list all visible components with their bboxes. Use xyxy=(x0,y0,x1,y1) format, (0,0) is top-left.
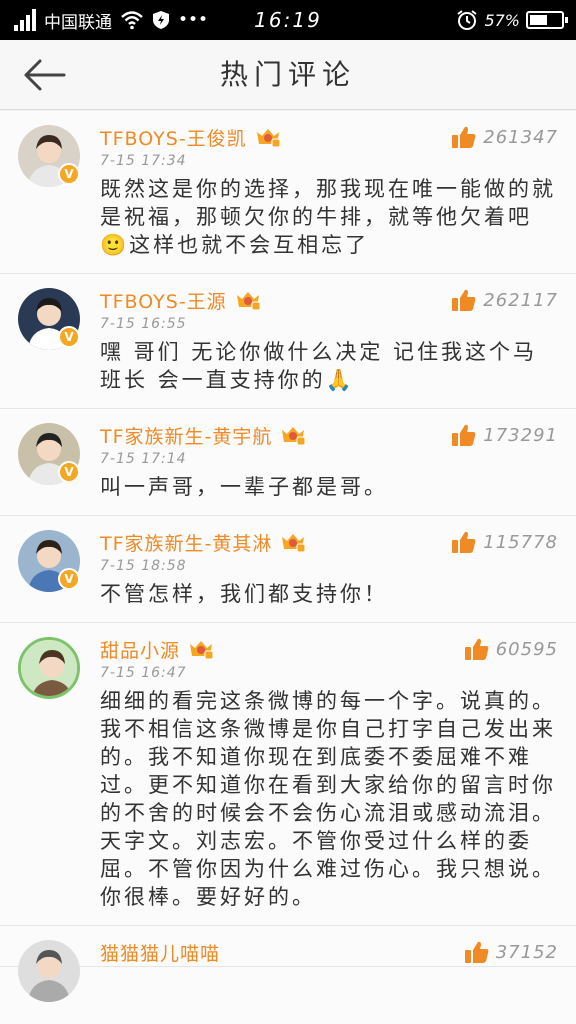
thumbs-up-icon xyxy=(464,941,489,963)
navigation-bar: 热门评论 xyxy=(0,40,576,110)
vip-crown-icon xyxy=(236,292,261,311)
thumbs-up-icon xyxy=(452,424,476,446)
comment-time: 7-15 18:58 xyxy=(100,558,187,574)
vip-crown-icon xyxy=(282,534,306,553)
like-button[interactable]: 37152 xyxy=(464,940,558,964)
vip-crown-icon xyxy=(190,641,214,660)
avatar[interactable] xyxy=(18,940,80,1002)
like-count: 60595 xyxy=(495,638,558,660)
comment-list[interactable]: V TFBOYS-王俊凯 261347 7-15 17:34 既然这是你的选择，… xyxy=(0,111,576,1024)
like-count: 115778 xyxy=(483,531,558,553)
avatar[interactable] xyxy=(18,637,80,699)
comment-text: 嘿 哥们 无论你做什么决定 记住我这个马班长 会一直支持你的🙏 xyxy=(100,340,538,392)
verified-badge-icon: V xyxy=(58,461,80,483)
like-button[interactable]: 261347 xyxy=(451,125,558,149)
comment-item: V TFBOYS-王俊凯 261347 7-15 17:34 既然这是你的选择，… xyxy=(0,111,576,274)
vip-crown-icon xyxy=(282,427,306,446)
comment-text: 叫一声哥，一辈子都是哥。 xyxy=(100,475,388,499)
alarm-icon xyxy=(457,10,478,30)
comment-item: V TF家族新生-黄宇航 173291 7-15 17:14 叫一声哥，一辈子都… xyxy=(0,409,576,516)
battery-percent: 57% xyxy=(484,10,520,30)
username[interactable]: 猫猫猫儿喵喵 xyxy=(100,939,220,966)
like-count: 262117 xyxy=(483,289,558,311)
like-count: 37152 xyxy=(495,941,558,963)
like-button[interactable]: 262117 xyxy=(451,288,558,312)
username[interactable]: TF家族新生-黄其淋 xyxy=(100,529,272,556)
comment-time: 7-15 16:47 xyxy=(100,665,187,681)
thumbs-up-icon xyxy=(452,289,476,311)
comment-item: V TF家族新生-黄其淋 115778 7-15 18:58 不管怎样，我们都支… xyxy=(0,516,576,623)
comment-text: 不管怎样，我们都支持你！ xyxy=(100,582,388,606)
comment-time: 7-15 16:55 xyxy=(100,316,187,332)
username[interactable]: TF家族新生-黄宇航 xyxy=(100,422,272,449)
comment-text: 既然这是你的选择，那我现在唯一能做的就是祝福，那顿欠你的牛排，就等他欠着吧🙂这样… xyxy=(100,177,556,257)
comment-item: 猫猫猫儿喵喵 37152 xyxy=(0,926,576,1002)
comment-item: 甜品小源 60595 7-15 16:47 细细的看完这条微博的每一个字。说真的… xyxy=(0,623,576,926)
battery-icon xyxy=(526,11,568,29)
username[interactable]: 甜品小源 xyxy=(100,636,180,663)
comment-time: 7-15 17:34 xyxy=(100,153,187,169)
verified-badge-icon: V xyxy=(58,326,80,348)
verified-badge-icon: V xyxy=(58,568,80,590)
comment-time: 7-15 17:14 xyxy=(100,451,187,467)
page-title: 热门评论 xyxy=(219,58,356,91)
username[interactable]: TFBOYS-王俊凯 xyxy=(100,124,247,151)
thumbs-up-icon xyxy=(452,126,476,148)
like-button[interactable]: 115778 xyxy=(451,530,558,554)
like-count: 261347 xyxy=(483,126,558,148)
like-button[interactable]: 173291 xyxy=(451,423,558,447)
comment-item: V TFBOYS-王源 262117 7-15 16:55 嘿 哥们 无论你做什… xyxy=(0,274,576,409)
thumbs-up-icon xyxy=(464,638,489,660)
status-bar: 中国联通 ••• 16:19 57% xyxy=(0,0,576,40)
like-count: 173291 xyxy=(483,424,558,446)
thumbs-up-icon xyxy=(452,531,476,553)
vip-crown-icon xyxy=(256,129,281,148)
username[interactable]: TFBOYS-王源 xyxy=(100,287,227,314)
like-button[interactable]: 60595 xyxy=(464,637,558,661)
comment-text: 细细的看完这条微博的每一个字。说真的。我不相信这条微博是你自己打字自己发出来的。… xyxy=(100,689,556,909)
verified-badge-icon: V xyxy=(58,163,80,185)
